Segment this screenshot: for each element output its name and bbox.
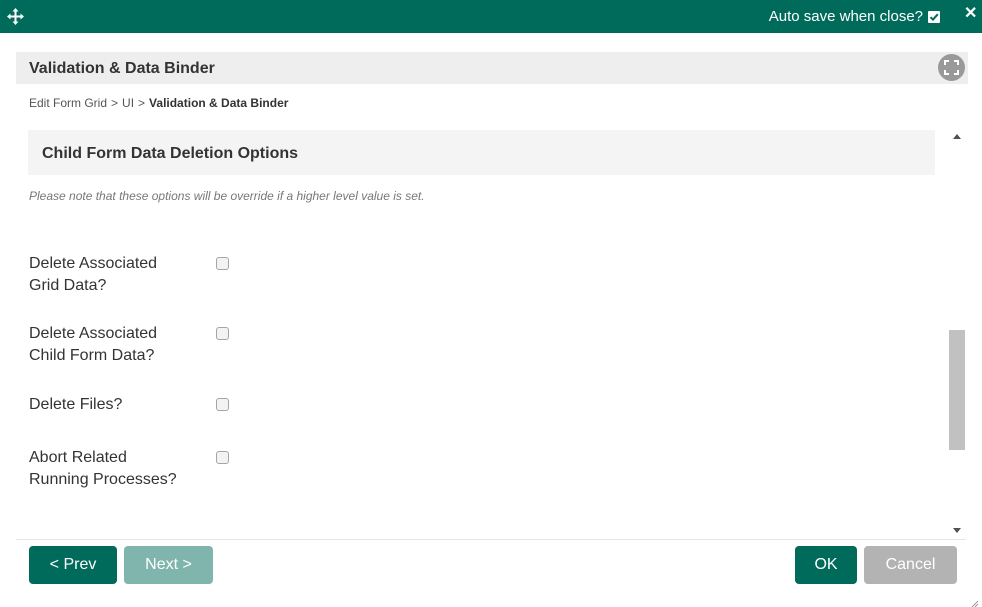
- section-note: Please note that these options will be o…: [29, 189, 425, 203]
- close-icon[interactable]: ✕: [964, 6, 977, 22]
- delete-files-checkbox[interactable]: [216, 398, 229, 411]
- field-label: Abort Related Running Processes?: [29, 449, 177, 488]
- dialog-topbar: Auto save when close? ✕: [0, 0, 982, 33]
- autosave-toggle[interactable]: Auto save when close?: [769, 8, 940, 25]
- cancel-button[interactable]: Cancel: [864, 546, 957, 584]
- move-arrows-icon[interactable]: [7, 8, 24, 25]
- content-scrollbar[interactable]: [948, 128, 966, 539]
- scroll-down-icon[interactable]: [953, 528, 961, 533]
- content-panel: Child Form Data Deletion Options Please …: [16, 128, 966, 539]
- breadcrumb: Edit Form Grid > UI > Validation & Data …: [29, 96, 288, 110]
- scroll-up-icon[interactable]: [953, 134, 961, 139]
- breadcrumb-item-ui[interactable]: UI: [122, 96, 134, 110]
- prev-button[interactable]: < Prev: [29, 546, 117, 584]
- delete-child-form-data-checkbox[interactable]: [216, 327, 229, 340]
- autosave-label: Auto save when close?: [768, 8, 923, 25]
- scroll-thumb[interactable]: [949, 330, 965, 450]
- checkbox-checked-icon[interactable]: [928, 10, 940, 23]
- section-title: Child Form Data Deletion Options: [42, 145, 299, 162]
- breadcrumb-item-edit-form-grid[interactable]: Edit Form Grid: [29, 96, 107, 110]
- field-label: Delete Associated Child Form Data?: [29, 325, 158, 364]
- page-title: Validation & Data Binder: [29, 60, 215, 77]
- breadcrumb-separator: >: [111, 96, 119, 110]
- field-label: Delete Files?: [29, 396, 123, 413]
- resize-grip-icon[interactable]: [971, 595, 979, 607]
- field-label: Delete Associated Grid Data?: [29, 255, 158, 294]
- footer-divider: [16, 539, 966, 540]
- delete-grid-data-checkbox[interactable]: [216, 257, 229, 270]
- section-header: Child Form Data Deletion Options: [28, 130, 935, 175]
- ok-button[interactable]: OK: [795, 546, 857, 584]
- abort-running-processes-checkbox[interactable]: [216, 451, 229, 464]
- maximize-icon[interactable]: [938, 54, 965, 81]
- breadcrumb-separator: >: [138, 96, 146, 110]
- page-header: Validation & Data Binder: [16, 52, 968, 84]
- next-button[interactable]: Next >: [124, 546, 213, 584]
- breadcrumb-item-current: Validation & Data Binder: [149, 96, 289, 110]
